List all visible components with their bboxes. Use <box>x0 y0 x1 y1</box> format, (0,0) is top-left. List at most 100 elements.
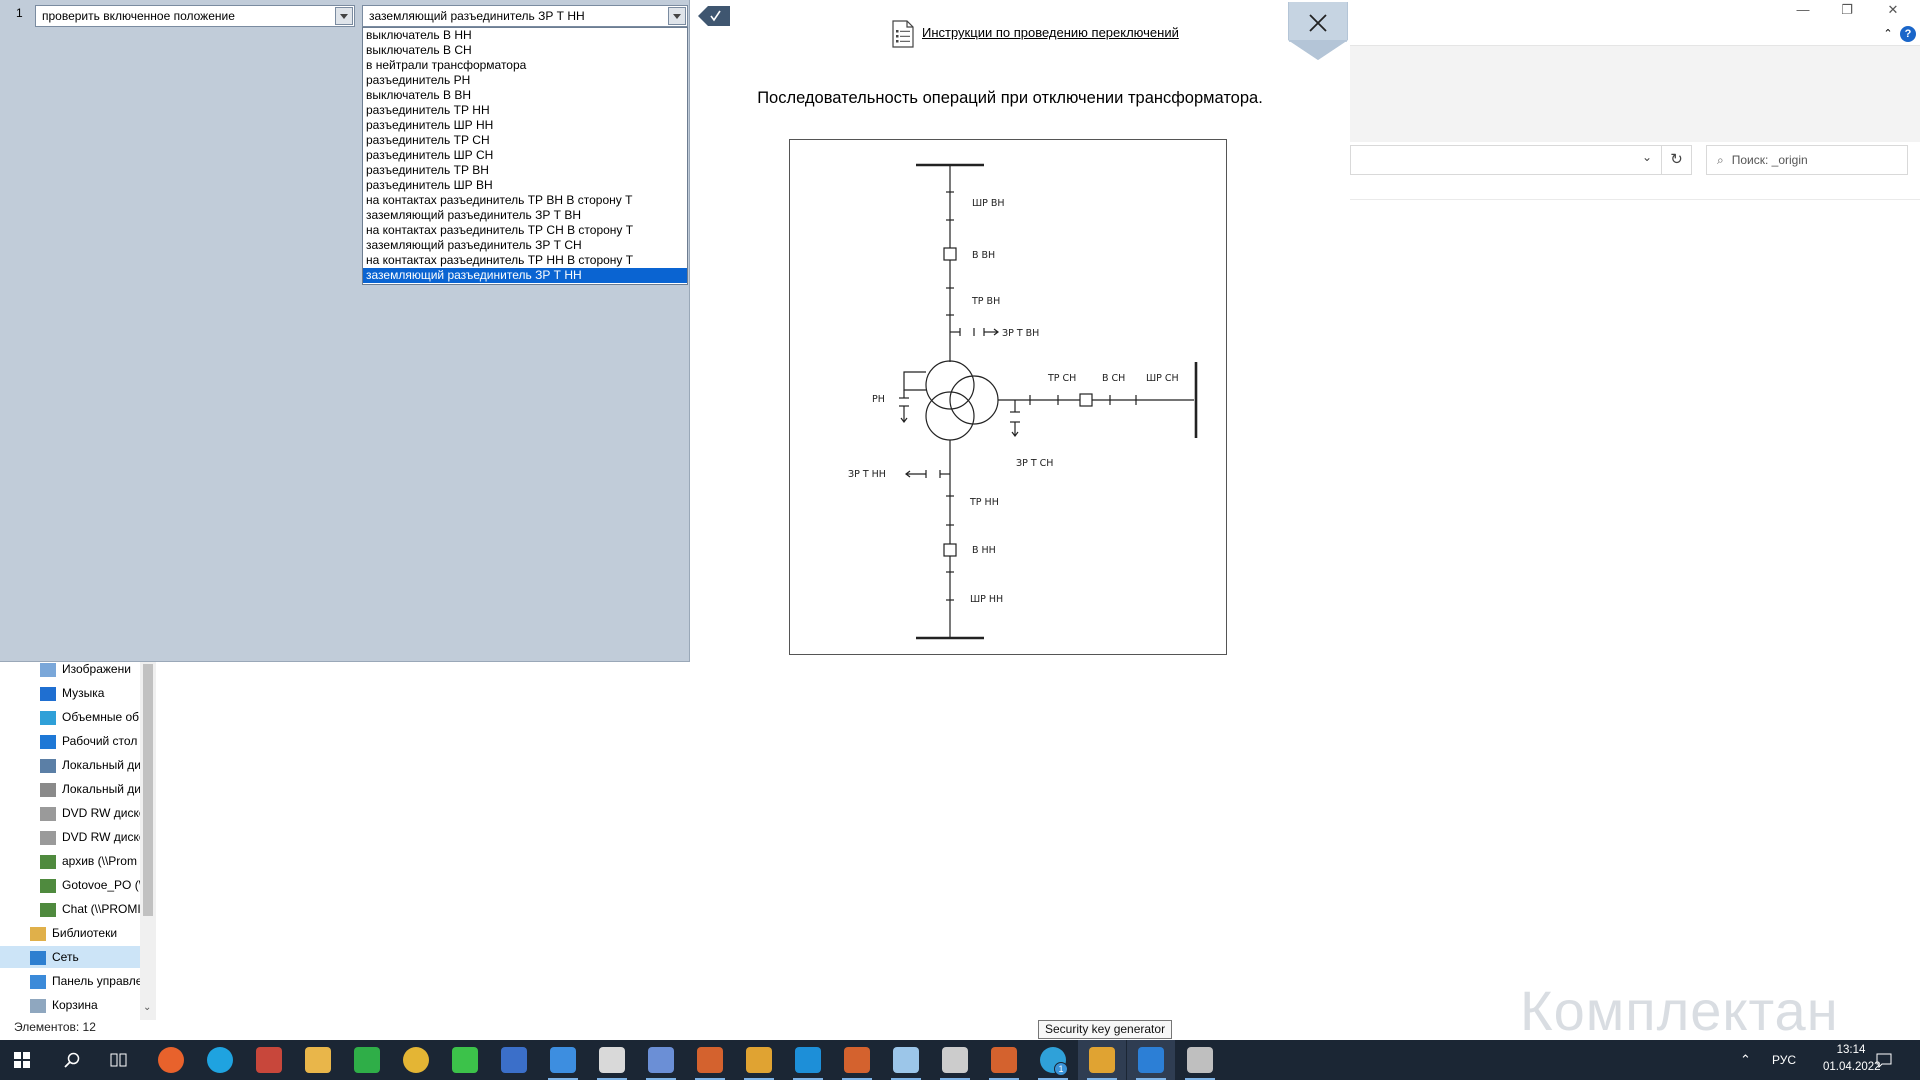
firefox-icon[interactable] <box>158 1047 184 1073</box>
nav-item[interactable]: архив (\\Prom <box>0 850 140 872</box>
nav-item-label: Рабочий стол <box>62 734 138 748</box>
alpha-app-icon[interactable] <box>942 1047 968 1073</box>
address-dropdown-icon[interactable]: ⌄ <box>1642 150 1652 164</box>
close-panel-button[interactable] <box>1288 2 1348 60</box>
notifications-icon[interactable] <box>1876 1052 1892 1068</box>
minimize-icon[interactable]: — <box>1782 2 1824 20</box>
nav-item[interactable]: Изображени <box>0 660 140 680</box>
dropdown-option[interactable]: разъединитель ШР ВН <box>363 178 687 193</box>
instructions-link[interactable]: Инструкции по проведению переключений <box>922 25 1179 40</box>
help-icon[interactable]: ? <box>1900 26 1916 42</box>
libraries-icon <box>30 926 46 941</box>
explorer-ribbon <box>1350 46 1920 142</box>
app-icon-red[interactable] <box>256 1047 282 1073</box>
scroll-down-icon[interactable]: ⌄ <box>143 1002 151 1013</box>
dropdown-option[interactable]: разъединитель ТР СН <box>363 133 687 148</box>
bars-app-icon[interactable] <box>599 1047 625 1073</box>
dropdown-option[interactable]: разъединитель ШР НН <box>363 118 687 133</box>
search-input[interactable]: ⌕ Поиск: _origin <box>1706 145 1908 175</box>
nav-item[interactable]: DVD RW диско <box>0 802 140 824</box>
address-bar[interactable] <box>1350 145 1662 175</box>
dropdown-option[interactable]: разъединитель ТР НН <box>363 103 687 118</box>
autodesk-icon[interactable] <box>795 1047 821 1073</box>
target-combobox[interactable]: заземляющий разъединитель ЗР Т НН <box>362 5 688 27</box>
language-indicator[interactable]: РУС <box>1772 1053 1796 1067</box>
network-app-icon[interactable] <box>648 1047 674 1073</box>
floppy-icon[interactable] <box>501 1047 527 1073</box>
row-number: 1 <box>16 6 23 20</box>
file-explorer-icon[interactable] <box>305 1047 331 1073</box>
target-dropdown-list[interactable]: выключатель В НН выключатель В СН в нейтра… <box>362 27 688 285</box>
target-dropdown-arrow-icon[interactable] <box>668 7 686 25</box>
nav-item-label: Панель управле <box>52 974 140 988</box>
outlook-icon[interactable] <box>550 1047 576 1073</box>
tray-chevron-icon[interactable]: ⌃ <box>1740 1052 1751 1068</box>
explorer-titlebar: — ❐ ✕ ⌃ ? <box>1350 0 1920 46</box>
phone-app-icon[interactable] <box>354 1047 380 1073</box>
nav-item[interactable]: Chat (\\PROMI <box>0 898 140 920</box>
clover-icon[interactable] <box>452 1047 478 1073</box>
paint-app-icon[interactable] <box>1187 1047 1213 1073</box>
nav-item[interactable]: DVD RW диско <box>0 826 140 848</box>
dropdown-option[interactable]: в нейтрали трансформатора <box>363 58 687 73</box>
collapse-ribbon-icon[interactable]: ⌃ <box>1880 26 1896 42</box>
nav-item-label: Локальный ди <box>62 758 140 772</box>
dropdown-option[interactable]: заземляющий разъединитель ЗР Т НН <box>363 268 687 283</box>
scheme-app-icon-1[interactable] <box>697 1047 723 1073</box>
restore-icon[interactable]: ❐ <box>1826 2 1868 20</box>
dropdown-option[interactable]: на контактах разъединитель ТР ВН В сторо… <box>363 193 687 208</box>
nav-item[interactable]: Рабочий стол <box>0 730 140 752</box>
chrome-icon[interactable] <box>403 1047 429 1073</box>
dropdown-option[interactable]: разъединитель РН <box>363 73 687 88</box>
close-window-icon[interactable]: ✕ <box>1872 2 1914 20</box>
label-zr-t-nn: ЗР Т НН <box>848 469 886 480</box>
task-view-icon[interactable] <box>110 1052 128 1068</box>
nav-item-label: Корзина <box>52 998 98 1012</box>
dropdown-option[interactable]: заземляющий разъединитель ЗР Т СН <box>363 238 687 253</box>
instructions-document-icon <box>892 20 914 48</box>
dropdown-option[interactable]: выключатель В ВН <box>363 88 687 103</box>
breaker-v-nn <box>943 543 957 557</box>
refresh-icon[interactable]: ↻ <box>1662 145 1692 175</box>
nav-item[interactable]: Библиотеки <box>0 922 140 944</box>
nav-item[interactable]: Панель управле <box>0 970 140 992</box>
dvd-drive-icon <box>40 830 56 845</box>
action-combobox[interactable]: проверить включенное положение <box>35 5 355 27</box>
network-icon <box>30 950 46 965</box>
search-icon[interactable] <box>64 1052 80 1068</box>
nav-item[interactable]: Объемные об <box>0 706 140 728</box>
edge-icon[interactable] <box>207 1047 233 1073</box>
nav-item[interactable]: Сеть <box>0 946 140 968</box>
dropdown-option[interactable]: разъединитель ШР СН <box>363 148 687 163</box>
lightning-app-icon[interactable] <box>1138 1047 1164 1073</box>
nav-item[interactable]: Локальный ди <box>0 778 140 800</box>
control-panel-icon <box>30 974 46 989</box>
dropdown-option[interactable]: разъединитель ТР ВН <box>363 163 687 178</box>
breaker-v-vn <box>943 247 957 261</box>
nav-item[interactable]: Корзина <box>0 994 140 1016</box>
music-icon <box>40 686 56 701</box>
label-zr-t-vn: ЗР Т ВН <box>1002 328 1039 339</box>
scheme-app-icon-4[interactable] <box>991 1047 1017 1073</box>
nav-item[interactable]: Gotovoe_PO (\ <box>0 874 140 896</box>
nav-item[interactable]: Музыка <box>0 682 140 704</box>
action-dropdown-arrow-icon[interactable] <box>335 7 353 25</box>
label-rn: РН <box>872 394 885 405</box>
dropdown-option[interactable]: на контактах разъединитель ТР СН В сторо… <box>363 223 687 238</box>
scheme-app-icon-2[interactable] <box>746 1047 772 1073</box>
confirm-check-button[interactable] <box>698 6 730 26</box>
scheme-app-icon-3[interactable] <box>844 1047 870 1073</box>
dropdown-option[interactable]: выключатель В СН <box>363 43 687 58</box>
dropdown-option[interactable]: на контактах разъединитель ТР НН В сторо… <box>363 253 687 268</box>
scheme-app-icon-5[interactable] <box>1089 1047 1115 1073</box>
clock-date[interactable]: 01.04.2022 <box>1823 1061 1881 1073</box>
dropdown-option[interactable]: выключатель В НН <box>363 28 687 43</box>
notepad-icon[interactable] <box>893 1047 919 1073</box>
local-disk-icon <box>40 782 56 797</box>
explorer-address-row: ⌄ ↻ ⌕ Поиск: _origin <box>1350 142 1920 200</box>
nav-item[interactable]: Локальный ди <box>0 754 140 776</box>
clock-time[interactable]: 13:14 <box>1823 1044 1879 1056</box>
dropdown-option[interactable]: заземляющий разъединитель ЗР Т ВН <box>363 208 687 223</box>
nav-scrollbar-thumb[interactable] <box>143 664 153 916</box>
windows-start-icon[interactable] <box>14 1052 30 1068</box>
